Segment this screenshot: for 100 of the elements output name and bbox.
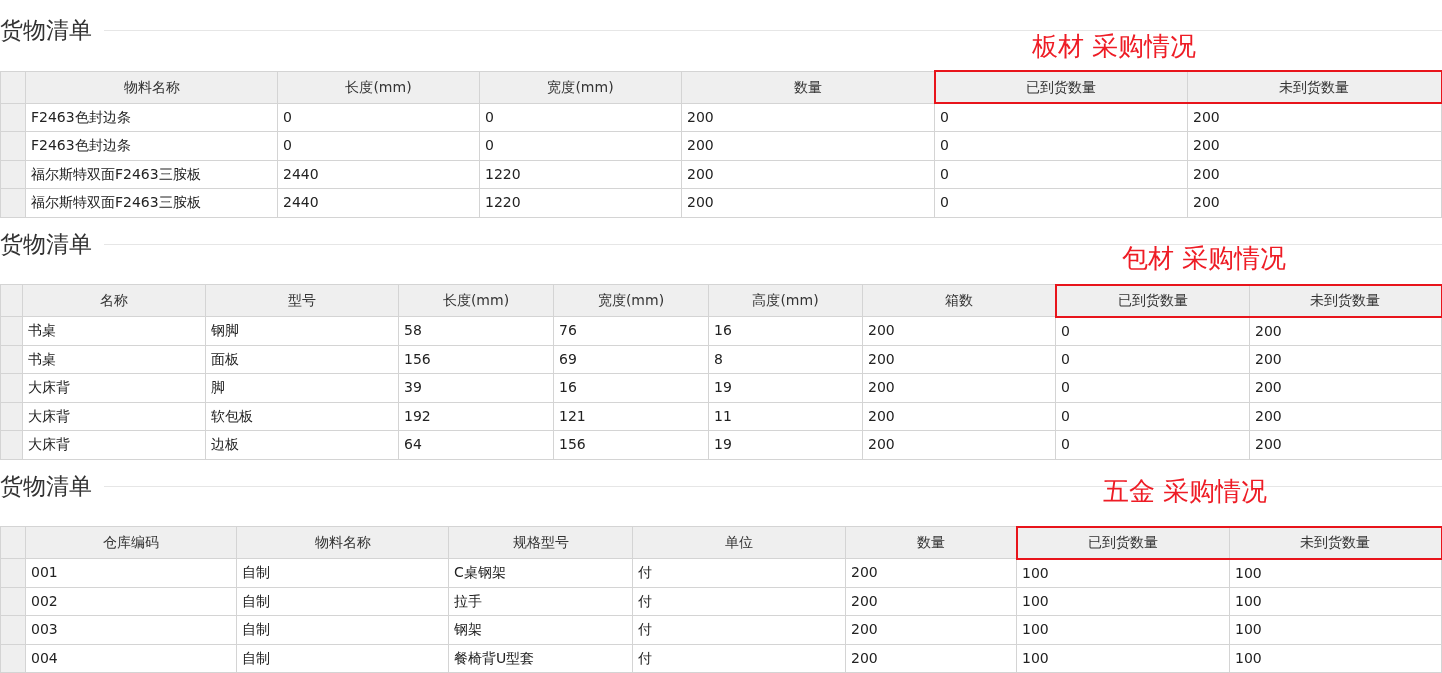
table-cell: 200 [845,558,1017,587]
column-header: 长度(mm) [277,71,480,103]
column-header: 未到货数量 [1249,284,1442,317]
table-cell: 0 [934,188,1188,217]
row-header [0,345,23,374]
row-header [0,430,23,459]
table-cell: 软包板 [205,402,399,431]
column-header: 单位 [632,526,846,559]
row-header [0,316,23,345]
table-cell: 200 [1187,188,1442,217]
table-cell: 200 [862,316,1056,345]
column-header: 箱数 [862,284,1056,317]
column-header: 数量 [681,71,935,103]
table-cell: 64 [398,430,554,459]
column-header: 仓库编码 [25,526,237,559]
table-cell: 0 [479,131,682,160]
table-cell: 200 [1249,316,1442,345]
table-cell: 0 [934,103,1188,132]
table-cell: 付 [632,558,846,587]
table-cell: 100 [1016,615,1230,644]
table-cell: 大床背 [22,430,206,459]
column-header: 未到货数量 [1229,526,1442,559]
column-header: 规格型号 [448,526,633,559]
table-cell: 121 [553,402,709,431]
table-cell: 边板 [205,430,399,459]
table-cell: 001 [25,558,237,587]
table-cell: 11 [708,402,863,431]
row-header [0,587,26,616]
table-cell: 200 [862,430,1056,459]
table-cell: 0 [1055,345,1250,374]
row-header [0,644,26,673]
table-cell: 福尔斯特双面F2463三胺板 [25,160,278,189]
table-cell: 100 [1016,644,1230,673]
row-header [0,131,26,160]
column-header: 长度(mm) [398,284,554,317]
table-cell: 39 [398,373,554,402]
annotation-text: 板材 采购情况 [1032,30,1197,62]
annotation-text: 五金 采购情况 [1103,474,1268,507]
table-cell: 19 [708,373,863,402]
table-cell: 2440 [277,188,480,217]
table-cell: 200 [862,345,1056,374]
table-cell: 76 [553,316,709,345]
table-cell: 0 [277,131,480,160]
table-cell: 0 [277,103,480,132]
table-cell: 100 [1229,615,1442,644]
table-cell: 200 [1187,160,1442,189]
column-header: 宽度(mm) [553,284,709,317]
table-cell: 200 [681,103,935,132]
table-cell: 付 [632,644,846,673]
table-cell: 200 [1249,430,1442,459]
table-cell: 面板 [205,345,399,374]
column-header: 数量 [845,526,1017,559]
column-header: 未到货数量 [1187,71,1442,103]
table-cell: F2463色封边条 [25,131,278,160]
table-cell: 58 [398,316,554,345]
column-header: 已到货数量 [934,71,1188,103]
table-cell: 200 [862,373,1056,402]
table-cell: 200 [681,131,935,160]
table-cell: 福尔斯特双面F2463三胺板 [25,188,278,217]
table-cell: 0 [1055,430,1250,459]
row-header [0,402,23,431]
table-cell: 大床背 [22,402,206,431]
table-cell: 100 [1016,558,1230,587]
table-cell: 钢架 [448,615,633,644]
table-cell: 200 [845,587,1017,616]
table-cell: 书桌 [22,345,206,374]
table-cell: 100 [1229,587,1442,616]
row-header-corner [0,71,26,103]
table-cell: 200 [1249,373,1442,402]
table-cell: 餐椅背U型套 [448,644,633,673]
table-cell: 156 [398,345,554,374]
table-cell: 200 [862,402,1056,431]
column-header: 高度(mm) [708,284,863,317]
table-cell: 16 [708,316,863,345]
table-cell: 200 [845,615,1017,644]
row-header [0,160,26,189]
table-cell: 200 [1187,103,1442,132]
table-cell: 100 [1229,644,1442,673]
table-cell: 156 [553,430,709,459]
table-cell: 16 [553,373,709,402]
table-cell: 100 [1229,558,1442,587]
column-header: 宽度(mm) [479,71,682,103]
row-header-corner [0,526,26,559]
row-header-corner [0,284,23,317]
table-cell: 自制 [236,587,449,616]
table-cell: 付 [632,615,846,644]
table-cell: 0 [479,103,682,132]
table-cell: 1220 [479,188,682,217]
table-cell: 1220 [479,160,682,189]
table-cell: 0 [934,160,1188,189]
table-cell: 200 [845,644,1017,673]
table-cell: 200 [1249,402,1442,431]
row-header [0,188,26,217]
column-header: 物料名称 [236,526,449,559]
table-cell: 大床背 [22,373,206,402]
table-cell: 8 [708,345,863,374]
table-cell: 0 [1055,316,1250,345]
table-cell: 69 [553,345,709,374]
table-cell: 0 [934,131,1188,160]
table-cell: 0 [1055,373,1250,402]
